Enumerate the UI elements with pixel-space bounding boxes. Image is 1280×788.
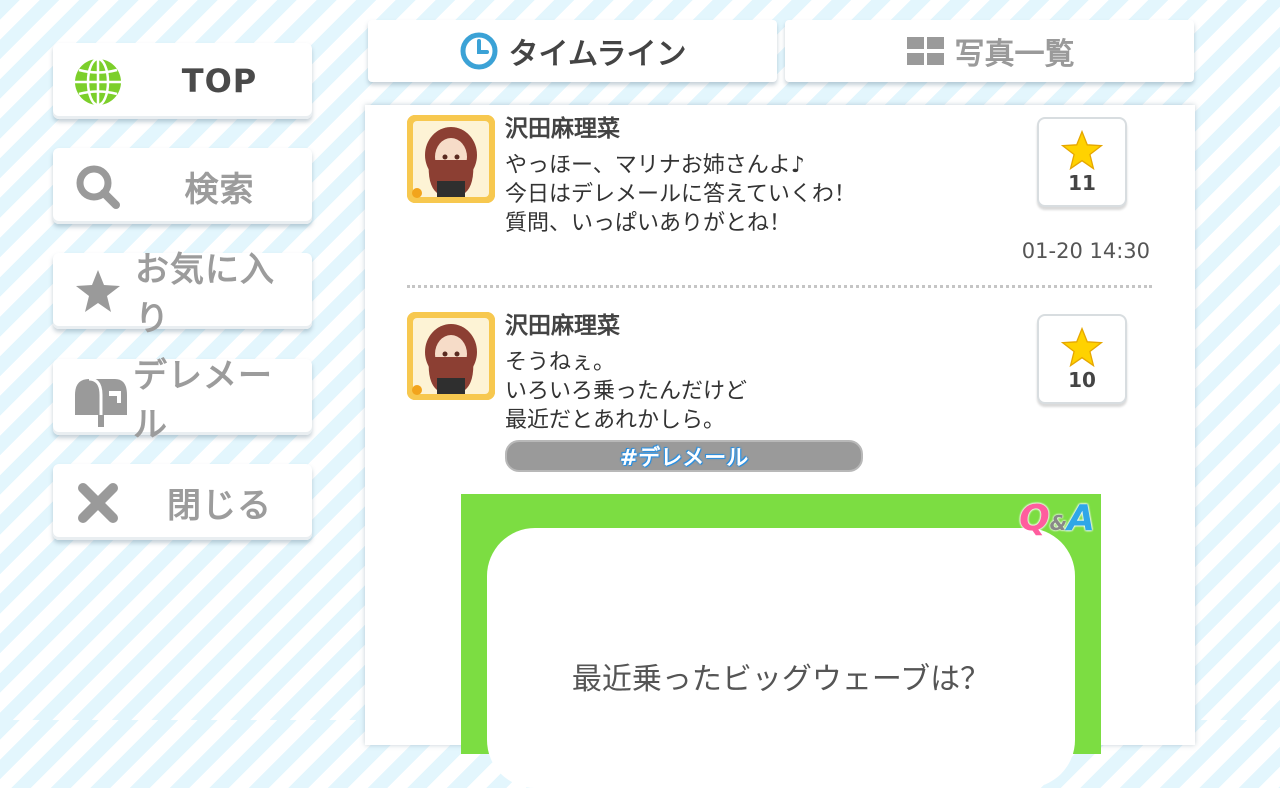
tab-timeline[interactable]: タイムライン [368, 20, 777, 82]
grid-icon [905, 31, 945, 71]
timeline-panel[interactable]: 沢田麻理菜 やっほー、マリナお姉さんよ♪ 今日はデレメールに答えていくわ！ 質問… [365, 105, 1195, 788]
clock-icon [459, 31, 499, 71]
timeline-post: 沢田麻理菜 そうねぇ。 いろいろ乗ったんだけど 最近だとあれかしら。 10 [407, 312, 1152, 512]
sidebar-favorites-label: お気に入り [135, 250, 275, 339]
avatar[interactable] [407, 115, 495, 203]
post-line: やっほー、マリナお姉さんよ♪ [505, 153, 805, 178]
post-line: 最近だとあれかしら。 [505, 408, 726, 433]
sidebar-top-label: TOP [181, 62, 258, 100]
post-author: 沢田麻理菜 [505, 116, 620, 142]
star-icon [73, 267, 123, 317]
star-icon [1060, 129, 1104, 171]
qa-image[interactable]: 最近乗ったビッグウェーブは？ Q&A [461, 494, 1101, 788]
post-timestamp: 01-20 14:30 [1021, 239, 1150, 263]
post-line: 今日はデレメールに答えていくわ！ [505, 182, 856, 207]
qa-logo-amp: & [1049, 511, 1068, 535]
sidebar-search-button[interactable]: 検索 [53, 148, 312, 224]
hashtag-badge[interactable]: #デレメール [505, 440, 863, 472]
post-line: そうねぇ。 [505, 350, 616, 375]
post-line: いろいろ乗ったんだけど [505, 379, 748, 404]
like-button[interactable]: 11 [1037, 117, 1127, 207]
search-icon [73, 162, 123, 212]
mailbox-icon [71, 373, 129, 427]
like-count: 11 [1068, 171, 1096, 195]
qa-logo-q: Q [1019, 498, 1050, 539]
star-icon [1060, 326, 1104, 368]
post-author: 沢田麻理菜 [505, 313, 620, 339]
like-button[interactable]: 10 [1037, 314, 1127, 404]
post-line: 質問、いっぱいありがとね！ [505, 211, 792, 236]
post-divider [407, 285, 1152, 288]
like-count: 10 [1068, 368, 1096, 392]
qa-logo-a: A [1067, 498, 1095, 539]
timeline-post: 沢田麻理菜 やっほー、マリナお姉さんよ♪ 今日はデレメールに答えていくわ！ 質問… [407, 115, 1152, 275]
sidebar-deremail-label: デレメール [133, 356, 273, 445]
close-icon [73, 478, 123, 528]
qa-card: 最近乗ったビッグウェーブは？ [487, 528, 1075, 788]
sidebar-close-button[interactable]: 閉じる [53, 464, 312, 540]
tab-photos[interactable]: 写真一覧 [785, 20, 1194, 82]
sidebar-favorites-button[interactable]: お気に入り [53, 250, 312, 339]
tab-photos-label: 写真一覧 [954, 37, 1075, 72]
globe-icon [73, 57, 123, 107]
sidebar-search-label: 検索 [184, 169, 255, 210]
sidebar-top-button[interactable]: TOP [53, 43, 312, 119]
qa-logo: Q&A [1019, 498, 1095, 539]
post-message: そうねぇ。 いろいろ乗ったんだけど 最近だとあれかしら。 [505, 348, 747, 435]
tab-timeline-label: タイムライン [508, 37, 687, 72]
avatar[interactable] [407, 312, 495, 400]
post-message: やっほー、マリナお姉さんよ♪ 今日はデレメールに答えていくわ！ 質問、いっぱいあ… [505, 151, 856, 238]
qa-question: 最近乗ったビッグウェーブは？ [571, 662, 991, 697]
sidebar-deremail-button[interactable]: デレメール [53, 356, 312, 445]
sidebar-close-label: 閉じる [167, 485, 272, 526]
